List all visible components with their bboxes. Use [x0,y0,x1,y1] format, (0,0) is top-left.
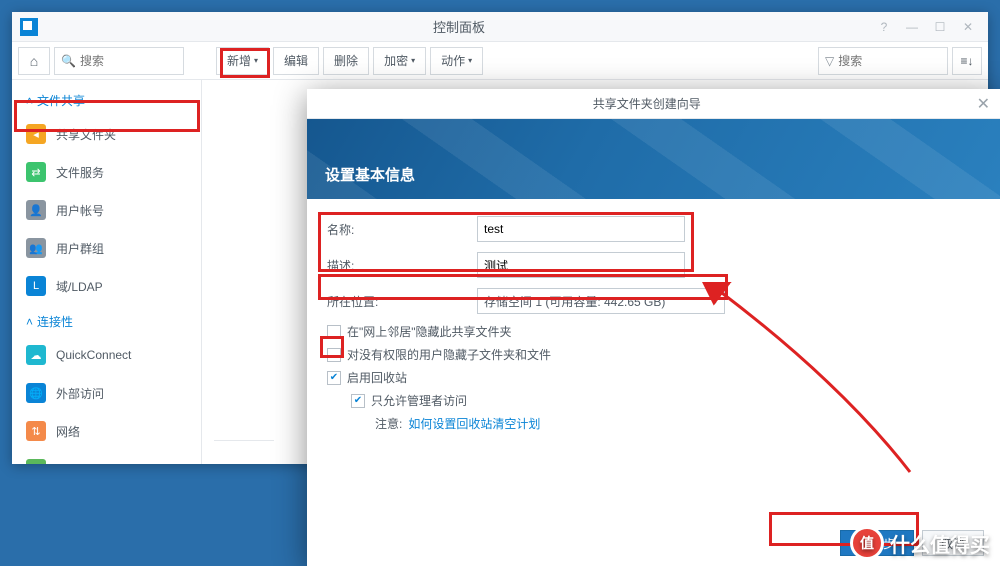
recycle-label: 启用回收站 [347,369,407,386]
list-view-button[interactable]: ≡↓ [952,47,982,75]
close-icon[interactable]: ✕ [977,94,990,114]
recycle-admin-label: 只允许管理者访问 [371,392,467,409]
cloud-icon: ☁ [26,345,46,365]
section-file-sharing[interactable]: ˄文件共享 [12,84,201,115]
caret-down-icon: ▾ [254,56,258,65]
caret-down-icon: ▾ [411,56,415,65]
note-label: 注意: [375,415,402,432]
sidebar-item-group[interactable]: 👥用户群组 [12,229,201,267]
sidebar-item-external-access[interactable]: 🌐外部访问 [12,374,201,412]
action-button[interactable]: 动作▾ [430,47,483,75]
name-label: 名称: [327,221,477,238]
watermark-text: 什么值得买 [890,529,990,558]
dhcp-icon: ◧ [26,459,46,464]
desc-input[interactable] [477,252,685,278]
help-icon[interactable]: ? [872,18,896,36]
section-connectivity[interactable]: ˄连接性 [12,305,201,336]
folder-icon: ◂ [26,124,46,144]
sidebar-item-ldap[interactable]: L域/LDAP [12,267,201,305]
sidebar-item-quickconnect[interactable]: ☁QuickConnect [12,336,201,374]
toolbar-search-input[interactable] [838,54,941,68]
group-icon: 👥 [26,238,46,258]
edit-button[interactable]: 编辑 [273,47,319,75]
hide-noperm-label: 对没有权限的用户隐藏子文件夹和文件 [347,346,551,363]
banner-title: 设置基本信息 [325,164,415,185]
sidebar: ˄文件共享 ◂共享文件夹 ⇄文件服务 👤用户帐号 👥用户群组 L域/LDAP ˄… [12,80,202,464]
toolbar: ⌂ 🔍 新增▾ 编辑 删除 加密▾ 动作▾ ▽ ≡↓ [12,42,988,80]
watermark: 值 什么值得买 [850,526,990,560]
wizard-body: 名称: 描述: 所在位置: 存储空间 1 (可用容量: 442.65 GB) ▾… [307,199,1000,454]
recycle-admin-checkbox[interactable]: ✔ [351,394,365,408]
hide-network-checkbox[interactable] [327,325,341,339]
globe-icon: 🌐 [26,383,46,403]
app-icon [20,18,38,36]
ldap-icon: L [26,276,46,296]
window-titlebar: 控制面板 ? — ☐ ✕ [12,12,988,42]
toolbar-search[interactable]: ▽ [818,47,948,75]
hide-noperm-checkbox[interactable] [327,348,341,362]
filter-icon: ▽ [825,54,834,68]
sidebar-item-dhcp[interactable]: ◧DHCP Server [12,450,201,464]
recycle-plan-link[interactable]: 如何设置回收站清空计划 [408,415,540,432]
chevron-up-icon: ˄ [26,94,33,108]
encrypt-button[interactable]: 加密▾ [373,47,426,75]
sidebar-item-file-service[interactable]: ⇄文件服务 [12,153,201,191]
sidebar-search[interactable]: 🔍 [54,47,184,75]
hide-network-label: 在"网上邻居"隐藏此共享文件夹 [347,323,512,340]
desc-label: 描述: [327,257,477,274]
search-icon: 🔍 [61,54,76,68]
chevron-up-icon: ˄ [26,315,33,329]
close-icon[interactable]: ✕ [956,18,980,36]
name-input[interactable] [477,216,685,242]
sidebar-search-input[interactable] [80,54,177,68]
sidebar-item-user[interactable]: 👤用户帐号 [12,191,201,229]
location-value: 存储空间 1 (可用容量: 442.65 GB) [484,293,665,310]
home-button[interactable]: ⌂ [18,47,50,75]
service-icon: ⇄ [26,162,46,182]
window-title: 控制面板 [46,17,872,36]
new-button[interactable]: 新增▾ [216,47,269,75]
maximize-icon[interactable]: ☐ [928,18,952,36]
wizard-banner: 设置基本信息 [307,119,1000,199]
network-icon: ⇅ [26,421,46,441]
watermark-icon: 值 [850,526,884,560]
delete-button[interactable]: 删除 [323,47,369,75]
shared-folder-wizard: 共享文件夹创建向导 ✕ 设置基本信息 名称: 描述: 所在位置: 存储空间 1 … [307,89,1000,566]
location-select[interactable]: 存储空间 1 (可用容量: 442.65 GB) ▾ [477,288,725,314]
user-icon: 👤 [26,200,46,220]
location-label: 所在位置: [327,293,477,310]
sidebar-item-shared-folder[interactable]: ◂共享文件夹 [12,115,201,153]
recycle-checkbox[interactable]: ✔ [327,371,341,385]
minimize-icon[interactable]: — [900,18,924,36]
sidebar-item-network[interactable]: ⇅网络 [12,412,201,450]
wizard-titlebar: 共享文件夹创建向导 ✕ [307,89,1000,119]
caret-down-icon: ▾ [468,56,472,65]
caret-down-icon: ▾ [713,296,718,307]
wizard-title: 共享文件夹创建向导 [317,95,977,112]
